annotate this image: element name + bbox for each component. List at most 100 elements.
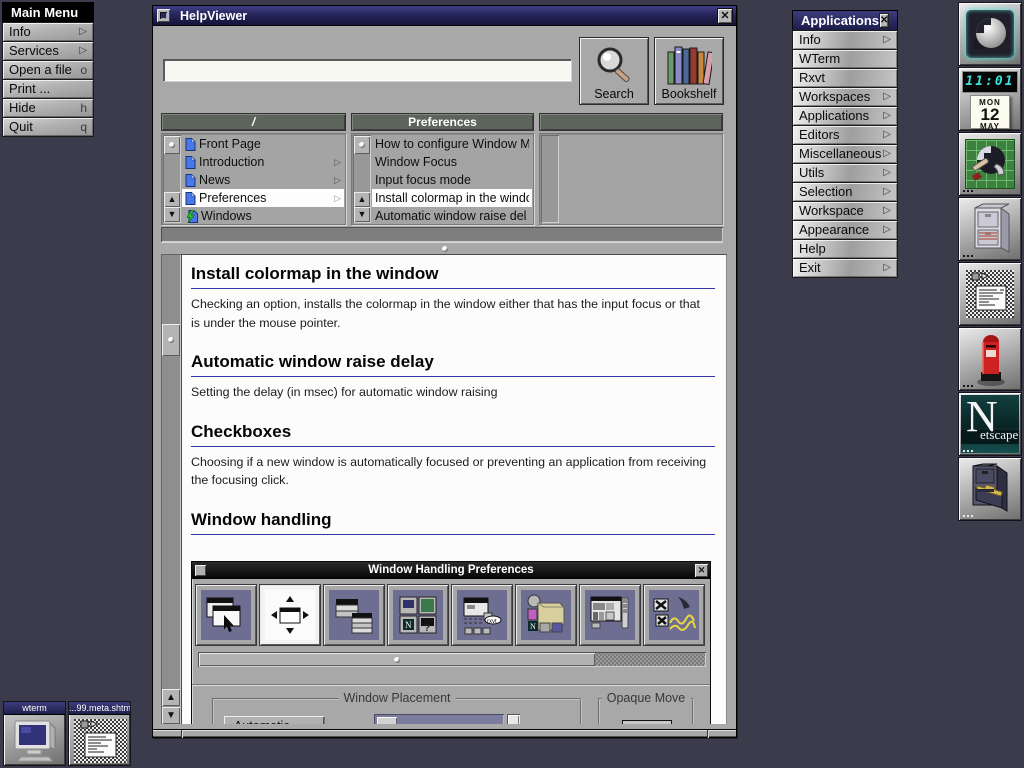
browser-item-news[interactable]: News ▷ (182, 171, 344, 189)
browser-item-front-page[interactable]: Front Page (182, 135, 344, 153)
document-icon (185, 138, 196, 151)
applications-menu-close-icon[interactable]: ✕ (879, 13, 889, 28)
browser-item-label: Introduction (199, 155, 334, 169)
search-input[interactable] (163, 59, 571, 81)
main-menu-titlebar[interactable]: Main Menu (2, 2, 94, 23)
shortcut-key: o (80, 61, 87, 79)
miniwindow-editor[interactable]: ...99.meta.shtml (68, 701, 131, 766)
svg-text:N: N (530, 622, 536, 631)
main-menu-item-services[interactable]: Services ▷ (2, 41, 94, 61)
browser-item-input-focus-mode[interactable]: Input focus mode (372, 171, 532, 189)
column1-scroll-down[interactable]: ▼ (164, 207, 180, 222)
apps-item-utils[interactable]: Utils▷ (792, 163, 898, 183)
menu-item-label: Info (799, 31, 821, 49)
content-scrollbar[interactable]: ▲ ▼ (161, 254, 181, 724)
dock-tile-archive[interactable] (958, 457, 1022, 521)
content-scroll-up[interactable]: ▲ (162, 689, 180, 706)
dock-tile-paint[interactable] (958, 132, 1022, 196)
illustration-hscroll-knob (199, 653, 595, 666)
column1-scroll-knob[interactable] (164, 136, 180, 154)
svg-text:rxvt: rxvt (487, 619, 497, 625)
browser-item-automatic-window-raise[interactable]: Automatic window raise del (372, 207, 532, 225)
content-scroll-down[interactable]: ▼ (162, 707, 180, 724)
apps-item-info[interactable]: Info▷ (792, 30, 898, 50)
menu-item-label: Services (9, 42, 59, 60)
apps-item-miscellaneous[interactable]: Miscellaneous▷ (792, 144, 898, 164)
applications-menu-titlebar[interactable]: Applications ✕ (792, 10, 898, 31)
window-handling-preferences-illustration: Window Handling Preferences ✕ N? (191, 561, 711, 724)
illustration-hscrollbar (198, 652, 706, 667)
shortcut-key: h (80, 99, 87, 117)
menu-item-label: Miscellaneous (799, 145, 881, 163)
close-button[interactable]: ✕ (717, 8, 733, 24)
browser-column3-header (539, 113, 723, 131)
apps-item-help[interactable]: Help (792, 239, 898, 259)
menu-item-label: Print ... (9, 80, 50, 98)
miniwindow-wterm[interactable]: wterm (3, 701, 66, 766)
apps-item-wterm[interactable]: WTerm (792, 49, 898, 69)
browser-item-label: Install colormap in the windo (375, 191, 529, 205)
pref-icon-folder-paths: N (515, 584, 577, 646)
browser-item-introduction[interactable]: Introduction ▷ (182, 153, 344, 171)
browser-item-windows[interactable]: Windows (182, 207, 344, 225)
dock-tile-wmaker[interactable] (958, 2, 1022, 66)
miniaturize-button[interactable] (157, 9, 170, 22)
submenu-arrow-icon: ▷ (334, 175, 341, 186)
document-icon (185, 192, 196, 205)
digital-clock: 11:01 (963, 72, 1017, 92)
document-icon (185, 174, 196, 187)
dock-tile-cabinet[interactable] (958, 197, 1022, 261)
apps-item-exit[interactable]: Exit▷ (792, 258, 898, 278)
browser-item-how-to-configure[interactable]: How to configure Window M (372, 135, 532, 153)
dock-tile-clock[interactable]: 11:01 MON 12 MAY (958, 67, 1022, 131)
browser-item-window-focus[interactable]: Window Focus (372, 153, 532, 171)
apps-item-rxvt[interactable]: Rxvt (792, 68, 898, 88)
bookshelf-button[interactable]: Bookshelf (654, 37, 724, 105)
browser-item-install-colormap-selected[interactable]: Install colormap in the windo (372, 189, 532, 207)
submenu-arrow-icon: ▷ (79, 42, 87, 60)
open-cabinet-icon (967, 462, 1015, 516)
apps-item-workspaces[interactable]: Workspaces▷ (792, 87, 898, 107)
apps-item-editors[interactable]: Editors▷ (792, 125, 898, 145)
browser-item-label: Front Page (199, 137, 341, 151)
pref-icon-window-move-selected (259, 584, 321, 646)
dock-tile-netscape[interactable]: N etscape (958, 392, 1022, 456)
helpviewer-titlebar[interactable]: HelpViewer ✕ (153, 6, 736, 26)
apps-item-applications[interactable]: Applications▷ (792, 106, 898, 126)
browser-column3 (539, 133, 723, 225)
column2-scroll-down[interactable]: ▼ (354, 207, 370, 222)
apps-item-appearance[interactable]: Appearance▷ (792, 220, 898, 240)
opaque-move-icon (622, 720, 672, 724)
main-menu-item-quit[interactable]: Quit q (2, 117, 94, 137)
applications-menu-title: Applications (801, 10, 879, 31)
content-scroll-knob[interactable] (162, 324, 180, 356)
browser-horizontal-scrollbar[interactable] (161, 227, 723, 242)
column2-scroll-knob[interactable] (354, 136, 370, 154)
menu-item-label: Workspaces (799, 88, 870, 106)
dock-tile-editor[interactable] (958, 262, 1022, 326)
placement-position-knob (377, 717, 397, 724)
apps-item-selection[interactable]: Selection▷ (792, 182, 898, 202)
menu-item-label: Editors (799, 126, 839, 144)
submenu-arrow-icon: ▷ (334, 193, 341, 204)
main-menu-item-print[interactable]: Print ... (2, 79, 94, 99)
submenu-arrow-icon: ▷ (883, 183, 891, 201)
pref-icon-panels (579, 584, 641, 646)
main-menu-item-hide[interactable]: Hide h (2, 98, 94, 118)
apps-item-workspace[interactable]: Workspace▷ (792, 201, 898, 221)
dock-tile-mail[interactable] (958, 327, 1022, 391)
main-menu-item-info[interactable]: Info ▷ (2, 22, 94, 42)
main-menu-item-open-a-file[interactable]: Open a file o (2, 60, 94, 80)
editor-app-icon (966, 270, 1014, 318)
column1-scroll-up[interactable]: ▲ (164, 192, 180, 207)
column2-scrollbar[interactable]: ▲ ▼ (353, 135, 371, 223)
browser-item-label: Input focus mode (375, 173, 529, 187)
resize-bar[interactable] (153, 729, 736, 737)
menu-item-label: Rxvt (799, 69, 825, 87)
placement-popup-button: Automatic (224, 716, 324, 724)
browser-item-preferences-selected[interactable]: Preferences ▷ (182, 189, 344, 207)
column1-scrollbar[interactable]: ▲ ▼ (163, 135, 181, 223)
column2-scroll-up[interactable]: ▲ (354, 192, 370, 207)
search-button[interactable]: Search (579, 37, 649, 105)
split-divider[interactable] (153, 244, 736, 254)
